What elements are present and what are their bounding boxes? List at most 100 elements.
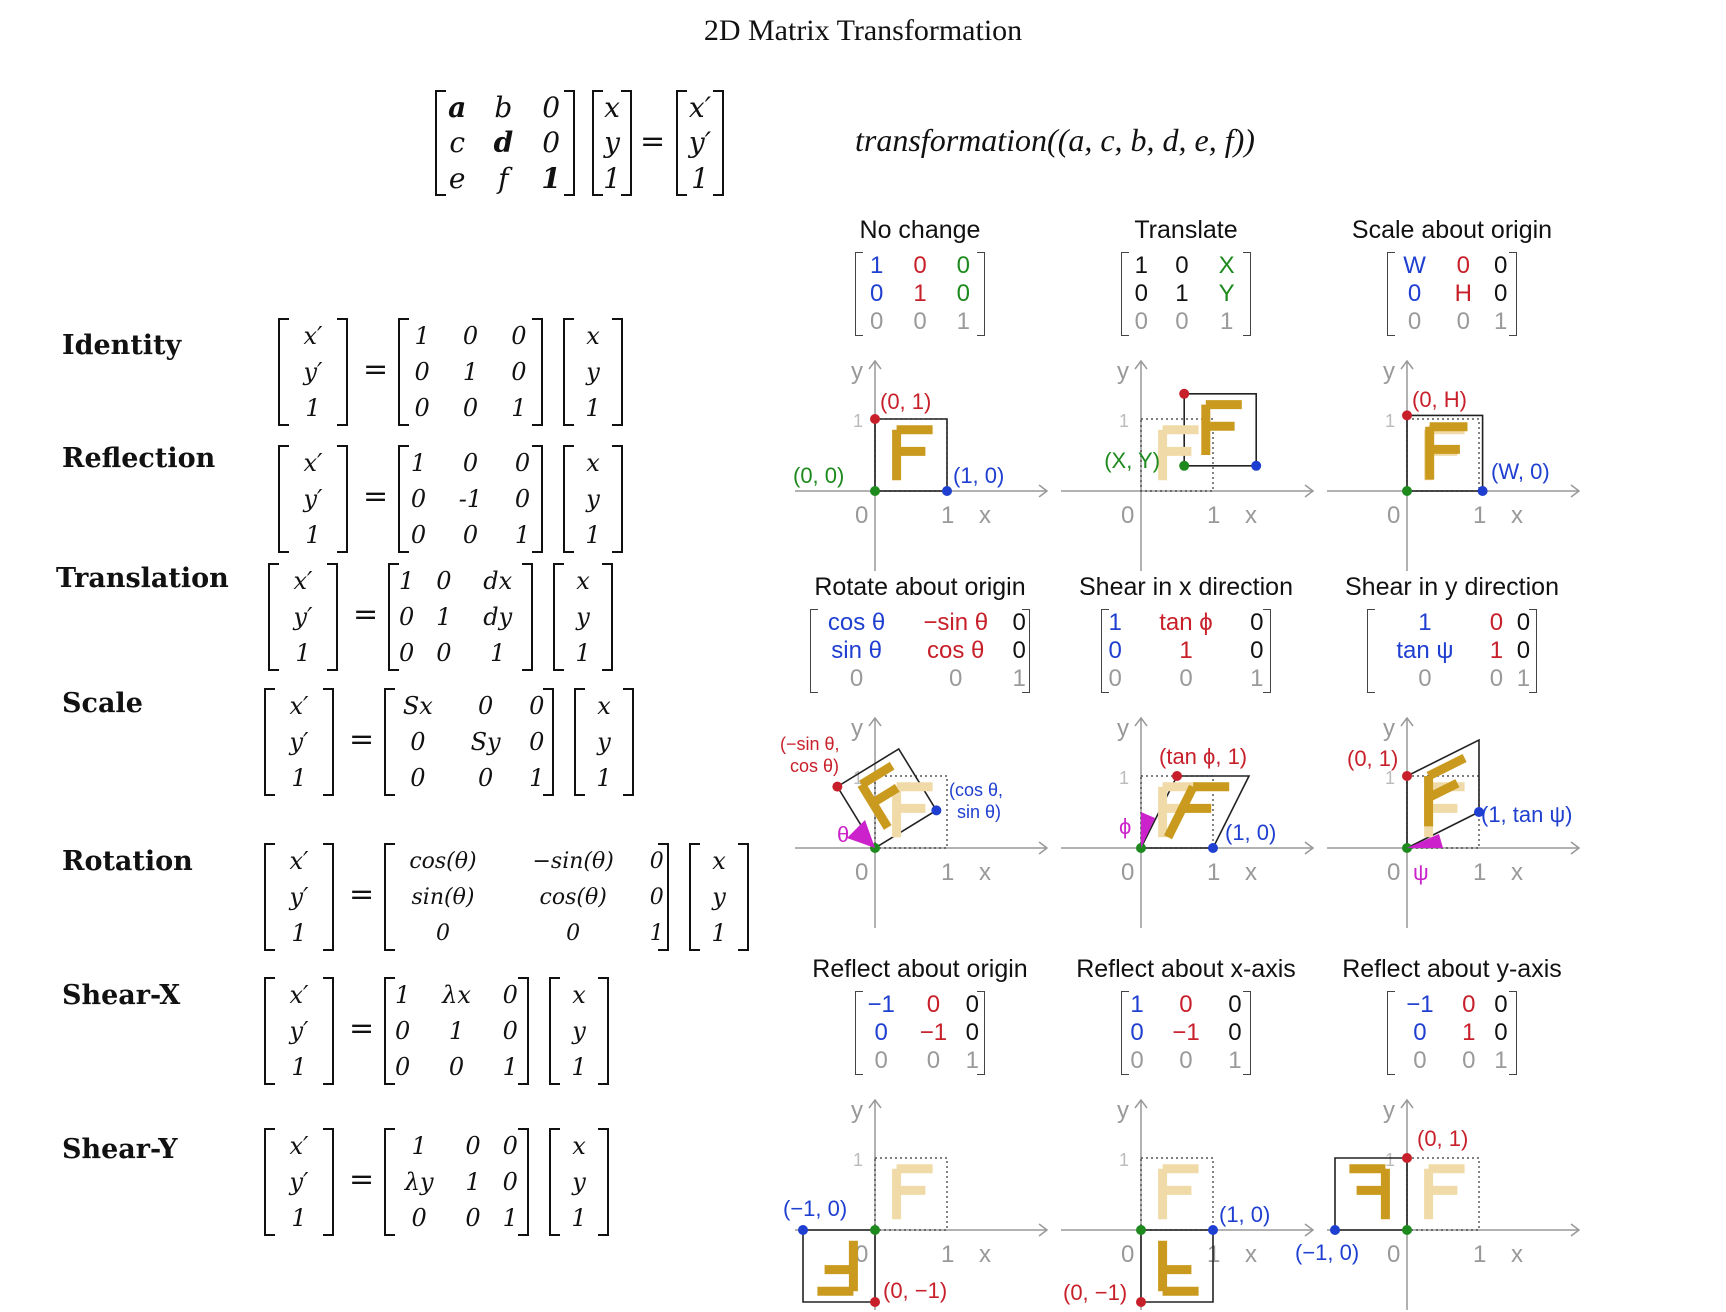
equals-sign: =	[640, 124, 666, 159]
tick-label: 1	[1207, 859, 1220, 886]
y-axis-label: y	[1383, 1097, 1395, 1124]
matrix-cell: 1	[913, 280, 927, 307]
bracket-right	[323, 977, 334, 1085]
bracket-right	[612, 318, 623, 426]
equation-label: Shear-Y	[62, 1134, 178, 1165]
matrix-cell: 0	[1489, 665, 1504, 692]
equals-sign: =	[349, 1162, 375, 1197]
angle-mark	[847, 820, 875, 848]
bracket-left	[278, 318, 289, 426]
panel-title: Translate	[1134, 216, 1238, 244]
transform-matrix: 1 λx 0 0 1 0 0 0 1	[384, 977, 529, 1085]
matrix-cell: 0	[1407, 280, 1422, 307]
equation-label: Shear-X	[62, 980, 181, 1011]
matrix-cell: 1	[465, 1168, 481, 1196]
matrix-cell: 0	[462, 521, 479, 549]
matrix-cell: 0	[1179, 991, 1193, 1018]
tick-label: 1	[1385, 768, 1395, 788]
origin-point	[1402, 486, 1412, 496]
matrix-cell: 1	[1418, 609, 1432, 636]
panel-plot: x y 0 1 1 (0, 1) (0, 0) (1, 0)	[793, 358, 1049, 571]
bracket-right	[522, 563, 533, 671]
matrix-cell: sin(θ)	[411, 884, 475, 910]
transformation-formula: transformation((a, c, b, d, e, f))	[855, 122, 1255, 158]
equals-sign: =	[349, 877, 375, 912]
panel-matrix: −1 0 0 0 −1 0 0 0 1	[855, 991, 985, 1075]
x-axis-label: x	[1511, 502, 1523, 529]
y-axis-label: y	[851, 1097, 863, 1124]
bracket-right	[658, 843, 669, 951]
angle-mark	[1141, 812, 1155, 848]
matrix-cell: 0	[1462, 1047, 1476, 1074]
panel-title: No change	[859, 216, 981, 244]
tick-label: 1	[941, 1241, 954, 1268]
general-vector-in: xy1	[592, 90, 632, 196]
input-vector: xy1	[549, 1128, 609, 1236]
plot-label: (−sin θ,	[780, 734, 840, 754]
bracket-left	[676, 90, 687, 196]
matrix-cell: 1	[1179, 637, 1193, 664]
basis-y-point	[832, 781, 843, 792]
panel-matrix: cos θ −sin θ 0 sin θ cos θ0001	[810, 609, 1030, 693]
panel-matrix: 10X01Y001	[1121, 252, 1251, 336]
matrix-cell: 0	[566, 920, 581, 946]
matrix-cell: tan ϕ	[1159, 609, 1213, 636]
panel-matrix: −1 0 0 0 1 0 0 0 1	[1387, 991, 1517, 1075]
bracket-right	[602, 563, 613, 671]
bracket-left	[384, 1128, 395, 1236]
bracket-right	[337, 318, 348, 426]
matrix-cell: 1	[462, 358, 479, 386]
panel-matrix: 1 0 0 0 −1 0 0 0 1	[1121, 991, 1251, 1075]
panel-title: Reflect about origin	[812, 955, 1028, 983]
matrix-cell: 0	[913, 252, 927, 279]
bracket-left	[549, 977, 560, 1085]
panel-matrix: W000H0001	[1387, 252, 1517, 336]
origin-point	[870, 1225, 880, 1235]
plot-label: (0, 1)	[1347, 746, 1398, 771]
bracket-left	[264, 688, 275, 796]
bracket-right	[612, 445, 623, 553]
tick-label: 1	[1207, 502, 1220, 529]
matrix-cell: 0	[462, 322, 479, 350]
bracket-left	[264, 977, 275, 1085]
matrix-cell: Sy	[470, 728, 501, 756]
plot-label: (0, 1)	[880, 389, 931, 414]
bracket-right	[598, 1128, 609, 1236]
plot-label: (0, H)	[1412, 387, 1467, 412]
origin-point	[1179, 460, 1190, 471]
matrix-cell: 0	[1489, 609, 1504, 636]
y-axis-label: y	[851, 715, 863, 742]
matrix-cell: 0	[477, 692, 494, 720]
plot-label: (1, tan ψ)	[1481, 802, 1573, 827]
equation-label: Translation	[56, 563, 229, 594]
origin-point	[1136, 1225, 1146, 1235]
equals-sign: =	[363, 479, 389, 514]
matrix-cell: 0	[1407, 308, 1422, 335]
transformed-f	[892, 425, 933, 481]
origin-point	[870, 486, 880, 496]
matrix-cell: −sin θ	[923, 609, 989, 636]
bracket-right	[564, 90, 575, 196]
plot-label: (tan ϕ, 1)	[1159, 744, 1247, 769]
plot-label: sin θ)	[957, 802, 1001, 822]
matrix-cell: 0	[949, 665, 963, 692]
matrix-cell: −1	[1406, 991, 1434, 1018]
matrix-cell: 0	[1179, 665, 1193, 692]
x-axis-label: x	[1245, 1241, 1257, 1268]
matrix-cell: cos θ	[927, 637, 985, 664]
transform-matrix: cos(θ) −sin(θ) 0 sin(θ) cos(θ) 0 0 0 1	[384, 843, 669, 951]
y-axis-label: y	[851, 358, 863, 385]
transformed-f	[1163, 782, 1230, 840]
bracket-left	[689, 843, 700, 951]
tick-label: 0	[855, 859, 868, 886]
matrix-cell: 1	[1489, 637, 1504, 664]
matrix-cell: cos θ	[827, 609, 886, 636]
tick-label: 1	[1119, 1150, 1129, 1170]
bracket-left	[384, 688, 395, 796]
matrix-cell: 0	[1413, 1047, 1427, 1074]
matrix-cell: 0	[462, 449, 479, 477]
basis-x-point	[1477, 486, 1488, 496]
input-vector: xy1	[549, 977, 609, 1085]
equals-sign: =	[353, 597, 379, 632]
basis-y-point	[1179, 388, 1190, 399]
